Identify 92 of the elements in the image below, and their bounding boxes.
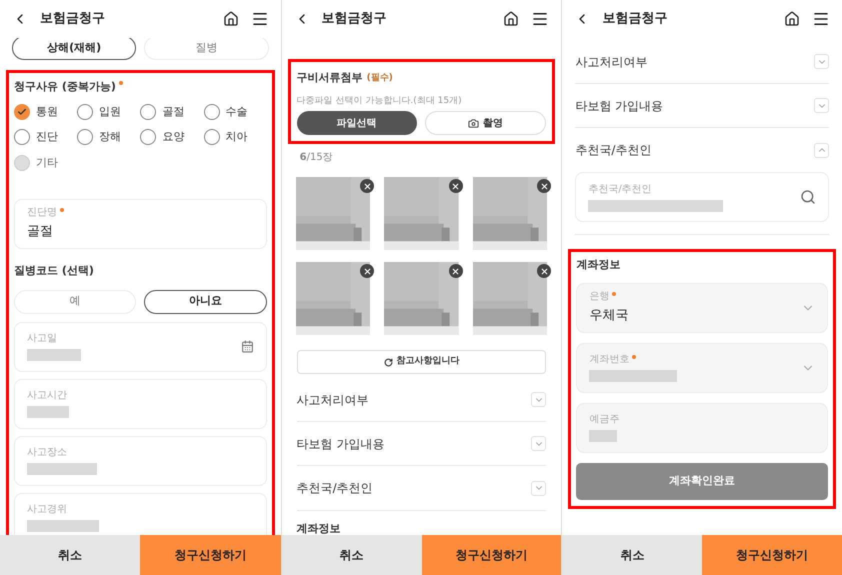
accordion-title[interactable]: 타보험 가입내용: [296, 434, 532, 452]
remove-button[interactable]: [537, 179, 552, 193]
claim-type-tab[interactable]: 상해(재해): [12, 38, 136, 60]
accordion-title[interactable]: 추천국/추천인: [296, 479, 532, 497]
remove-button[interactable]: [360, 264, 374, 278]
home-icon[interactable]: [503, 11, 520, 27]
field-label: 예금주: [589, 413, 620, 427]
accordion-toggle[interactable]: [531, 436, 546, 451]
calendar-icon[interactable]: [240, 340, 254, 353]
radio-button[interactable]: [77, 129, 94, 146]
screen-title: 보험금청구: [40, 10, 106, 28]
section-label: 질병코드 (선택): [14, 263, 95, 279]
field-label: 사고일: [27, 332, 57, 346]
close-icon: [540, 182, 549, 190]
option-label: 입원: [99, 104, 122, 120]
camera-icon: [468, 118, 479, 128]
accordion-title[interactable]: 사고처리여부: [575, 52, 814, 70]
radio-button[interactable]: [14, 129, 30, 146]
remove-button[interactable]: [360, 179, 374, 193]
radio-button[interactable]: [140, 129, 156, 146]
radio-button[interactable]: [14, 104, 30, 120]
claim-type-tab[interactable]: 질병: [144, 38, 269, 60]
input-field[interactable]: 진단명 골절: [14, 199, 267, 249]
choice-button[interactable]: 아니요: [144, 290, 267, 314]
camera-button[interactable]: 촬영: [424, 111, 546, 135]
field-label: 사고장소: [27, 446, 67, 460]
refresh-icon: [384, 358, 392, 366]
accordion-toggle[interactable]: [531, 480, 546, 496]
accordion-toggle[interactable]: [814, 54, 830, 69]
section-title: 계좌정보: [576, 257, 622, 273]
close-icon: [451, 182, 460, 190]
section-title: 구비서류첨부: [296, 70, 363, 86]
home-icon[interactable]: [222, 11, 239, 27]
menu-icon[interactable]: [531, 10, 550, 28]
remove-button[interactable]: [537, 264, 552, 278]
cancel-button[interactable]: 취소: [282, 535, 422, 575]
radio-button[interactable]: [204, 129, 220, 146]
field-label: 은행: [589, 290, 610, 304]
cancel-button[interactable]: 취소: [562, 535, 702, 575]
choice-button[interactable]: 예: [14, 290, 136, 314]
screen-title: 보험금청구: [322, 10, 388, 28]
option-label: 장해: [99, 129, 122, 145]
option-label: 기타: [36, 154, 58, 170]
field-value: 우체국: [589, 306, 630, 325]
field-value: 골절: [27, 223, 54, 242]
hint-text: 다중파일 선택이 가능합니다.(최대 15개): [296, 94, 463, 108]
note-button[interactable]: 참고사항입니다: [296, 350, 546, 374]
accordion-toggle[interactable]: [531, 392, 546, 407]
option-label: 골절: [162, 104, 184, 120]
redacted-value: [27, 520, 99, 532]
redacted-value: [27, 463, 97, 475]
accordion-title[interactable]: 사고처리여부: [296, 390, 532, 408]
close-icon: [540, 266, 549, 276]
close-icon: [362, 182, 372, 190]
home-icon[interactable]: [784, 11, 800, 27]
accordion-toggle[interactable]: [814, 142, 830, 158]
file-select-button[interactable]: 파일선택: [296, 111, 417, 135]
search-icon[interactable]: [800, 189, 816, 205]
input-field[interactable]: 은행 우체국: [576, 282, 828, 332]
accordion-title[interactable]: 추천국/추천인: [575, 141, 814, 159]
option-label: 진단: [36, 129, 58, 145]
radio-button[interactable]: [77, 104, 94, 120]
field-label: 진단명: [27, 206, 57, 220]
redacted-value: [27, 349, 81, 361]
redacted-value: [27, 406, 69, 418]
section-title: 계좌정보: [296, 521, 342, 535]
radio-button[interactable]: [140, 104, 156, 120]
screen-title: 보험금청구: [602, 10, 668, 28]
check-icon: [17, 106, 27, 117]
field-label: 추천국/추천인: [588, 182, 652, 196]
field-label: 계좌번호: [589, 353, 630, 367]
redacted-value: [589, 430, 618, 442]
option-label: 수술: [226, 104, 248, 120]
required-tag: (필수): [366, 72, 393, 85]
accordion-toggle[interactable]: [814, 98, 830, 113]
option-label: 통원: [36, 104, 58, 120]
menu-icon[interactable]: [812, 10, 830, 28]
option-label: 요양: [162, 129, 184, 145]
submit-button[interactable]: 청구신청하기: [422, 535, 562, 575]
field-label: 사고경위: [27, 503, 67, 517]
radio-button[interactable]: [204, 104, 220, 120]
submit-button[interactable]: 청구신청하기: [140, 535, 281, 575]
submit-button[interactable]: 청구신청하기: [702, 535, 842, 575]
field-label: 사고시간: [27, 389, 67, 403]
cancel-button[interactable]: 취소: [0, 535, 140, 575]
menu-icon[interactable]: [250, 10, 269, 28]
close-icon: [362, 266, 372, 276]
option-label: 치아: [226, 129, 248, 145]
section-label: 청구사유 (중복가능): [14, 79, 116, 95]
close-icon: [451, 266, 460, 276]
accordion-title[interactable]: 타보험 가입내용: [575, 96, 814, 114]
photo-count: 6/15장: [300, 151, 334, 165]
